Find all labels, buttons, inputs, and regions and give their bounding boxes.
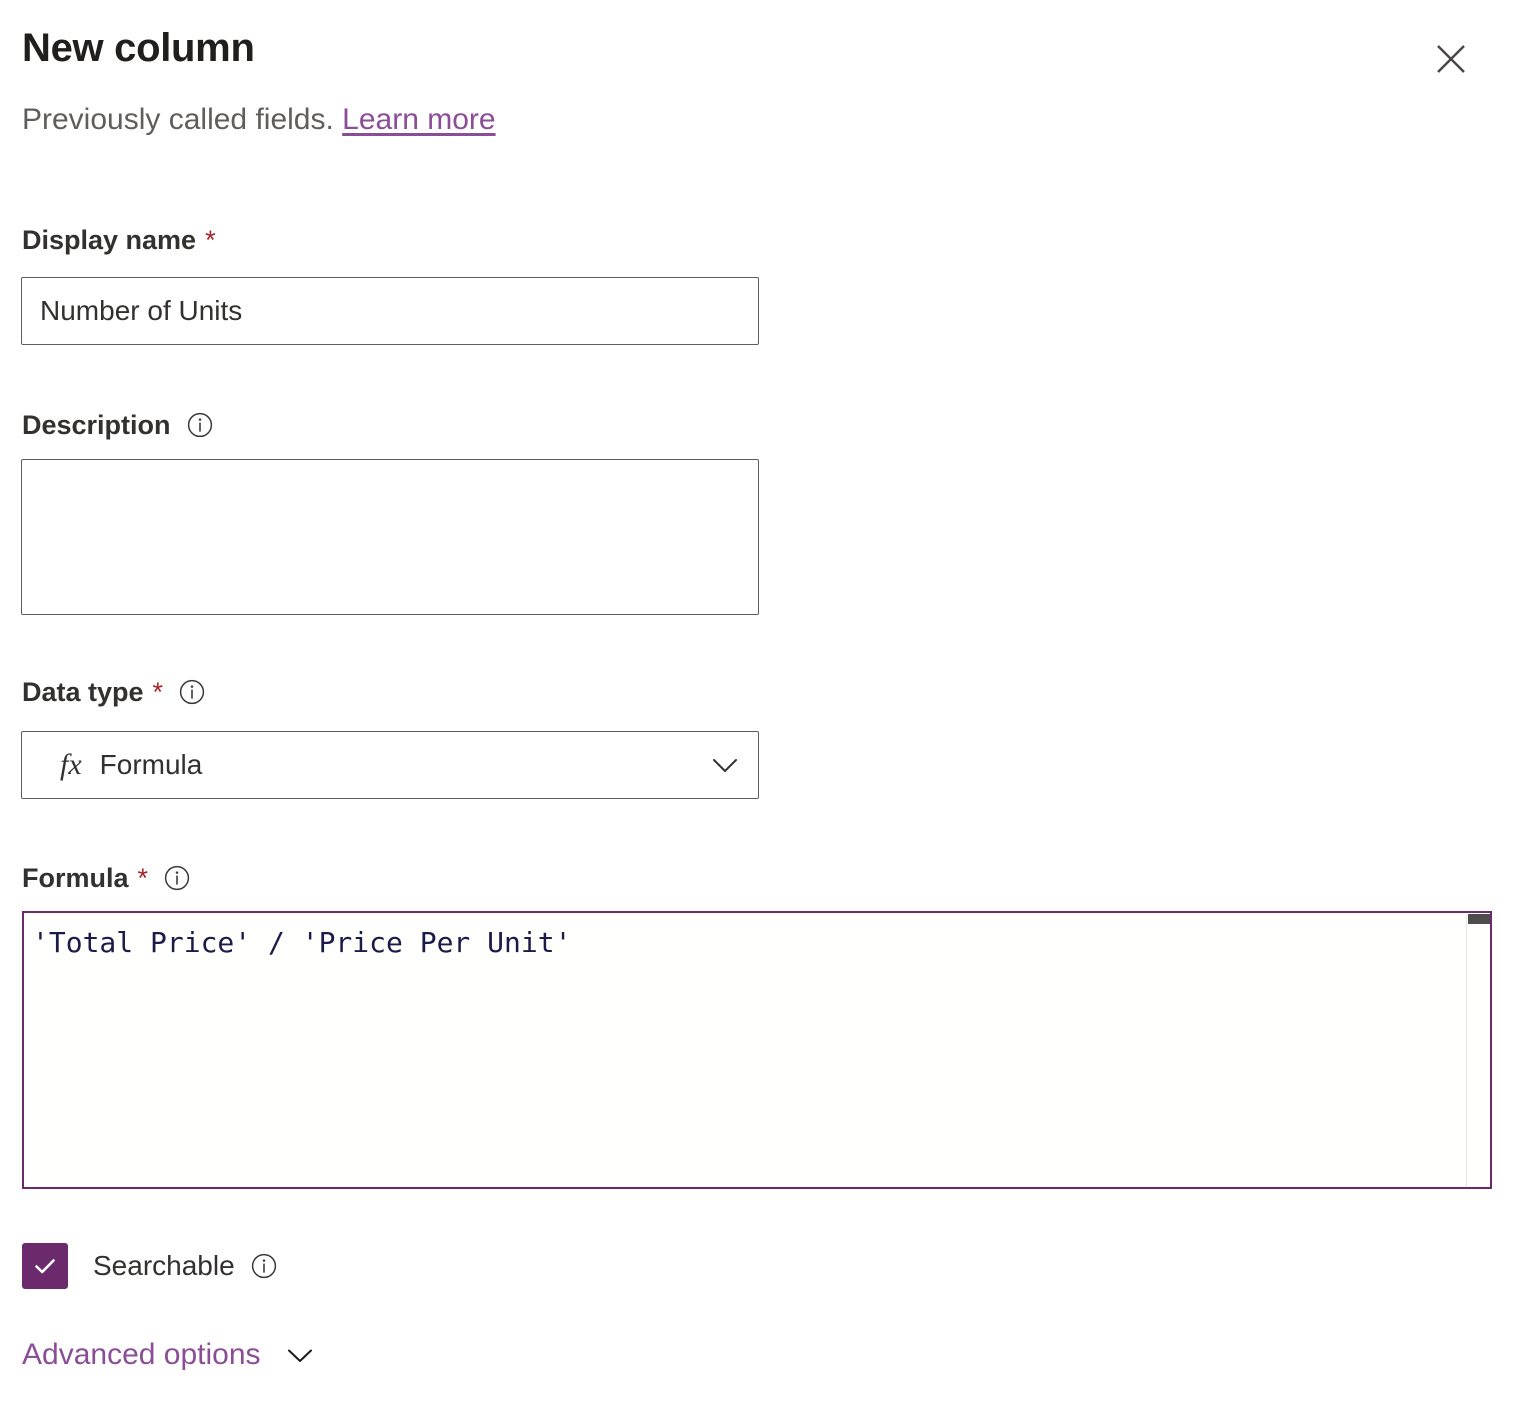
required-indicator: *	[138, 865, 149, 892]
editor-scrollbar-thumb[interactable]	[1468, 914, 1492, 924]
close-icon	[1433, 41, 1469, 77]
panel-subtitle-text: Previously called fields.	[22, 103, 342, 136]
display-name-label: Display name *	[22, 224, 216, 256]
advanced-options-toggle[interactable]: Advanced options	[22, 1337, 317, 1373]
checkmark-icon	[30, 1251, 60, 1281]
panel-subtitle: Previously called fields. Learn more	[22, 101, 496, 139]
data-type-selected-value: Formula	[100, 749, 708, 781]
display-name-label-text: Display name	[22, 224, 196, 256]
info-icon[interactable]	[249, 1251, 279, 1281]
info-icon[interactable]	[185, 410, 215, 440]
description-input[interactable]	[21, 459, 759, 615]
required-indicator: *	[205, 227, 216, 254]
searchable-label-text: Searchable	[93, 1250, 235, 1282]
editor-gutter-divider	[1466, 915, 1467, 1189]
data-type-dropdown[interactable]: fx Formula	[21, 731, 759, 799]
formula-label-text: Formula	[22, 862, 129, 894]
page-title: New column	[22, 26, 255, 70]
display-name-input[interactable]	[21, 277, 759, 345]
chevron-down-icon	[708, 748, 742, 782]
learn-more-link[interactable]: Learn more	[342, 103, 495, 136]
data-type-label: Data type *	[22, 676, 207, 708]
searchable-label: Searchable	[93, 1250, 279, 1282]
close-button[interactable]	[1422, 30, 1480, 88]
info-icon[interactable]	[177, 677, 207, 707]
formula-code-text[interactable]: 'Total Price' / 'Price Per Unit'	[32, 923, 571, 963]
formula-label: Formula *	[22, 862, 192, 894]
data-type-label-text: Data type	[22, 676, 144, 708]
fx-icon: fx	[60, 750, 82, 780]
searchable-row[interactable]: Searchable	[22, 1243, 279, 1289]
searchable-checkbox[interactable]	[22, 1243, 68, 1289]
formula-editor[interactable]: 'Total Price' / 'Price Per Unit'	[22, 911, 1492, 1189]
chevron-down-icon	[283, 1338, 317, 1372]
description-label-text: Description	[22, 409, 171, 441]
description-label: Description	[22, 409, 215, 441]
required-indicator: *	[153, 679, 164, 706]
advanced-options-label: Advanced options	[22, 1337, 261, 1373]
info-icon[interactable]	[162, 863, 192, 893]
panel-header: New column Previously called fields. Lea…	[0, 0, 1516, 170]
